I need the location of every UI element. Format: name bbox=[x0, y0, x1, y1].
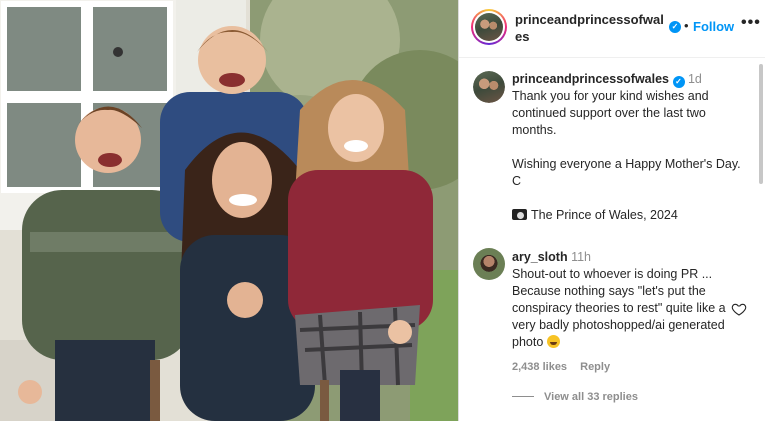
caption-line-3: The Prince of Wales, 2024 bbox=[531, 208, 678, 222]
more-options-icon[interactable]: ••• bbox=[741, 14, 761, 32]
comment: ary_sloth 11h Shout-out to whoever is do… bbox=[512, 249, 732, 351]
view-all-replies-button[interactable]: View all 33 replies bbox=[512, 391, 638, 403]
caption-line-2: Wishing everyone a Happy Mother's Day. C bbox=[512, 157, 741, 188]
reply-button[interactable]: Reply bbox=[580, 361, 610, 373]
caption-username[interactable]: princeandprincessofwales bbox=[512, 72, 669, 86]
avatar bbox=[475, 13, 503, 41]
post-header: princeandprincessofwales ✓ • Follow ••• bbox=[459, 0, 765, 58]
caption-avatar[interactable] bbox=[473, 71, 505, 103]
comment-timestamp[interactable]: 11h bbox=[571, 250, 591, 264]
commenter-username[interactable]: ary_sloth bbox=[512, 250, 568, 264]
family-photo-illustration bbox=[0, 0, 458, 421]
divider bbox=[512, 396, 534, 397]
post-photo[interactable] bbox=[0, 0, 458, 421]
comments-section[interactable]: princeandprincessofwales ✓ 1d Thank you … bbox=[459, 59, 765, 421]
scrollbar[interactable] bbox=[759, 64, 763, 184]
follow-button[interactable]: Follow bbox=[693, 19, 734, 34]
caption-timestamp[interactable]: 1d bbox=[688, 72, 702, 86]
view-all-replies-label: View all 33 replies bbox=[544, 391, 638, 403]
verified-badge-icon: ✓ bbox=[669, 21, 681, 33]
story-ring[interactable] bbox=[471, 9, 507, 45]
verified-badge-icon: ✓ bbox=[672, 76, 685, 88]
heart-outline-icon[interactable] bbox=[731, 301, 747, 317]
header-username[interactable]: princeandprincessofwales bbox=[515, 11, 665, 45]
camera-emoji-icon bbox=[512, 209, 527, 220]
post-side-panel: princeandprincessofwales ✓ • Follow ••• … bbox=[458, 0, 765, 421]
caption-line-1: Thank you for your kind wishes and conti… bbox=[512, 89, 709, 137]
comment-text: Shout-out to whoever is doing PR ... Bec… bbox=[512, 267, 726, 349]
avatar bbox=[473, 71, 505, 103]
comment-meta: 2,438 likes Reply bbox=[512, 361, 610, 373]
header-separator: • bbox=[684, 18, 689, 33]
comment-likes[interactable]: 2,438 likes bbox=[512, 361, 567, 373]
caption: princeandprincessofwales ✓ 1d Thank you … bbox=[512, 71, 744, 224]
commenter-avatar[interactable] bbox=[473, 248, 505, 280]
laughing-crying-emoji-icon bbox=[546, 335, 560, 348]
